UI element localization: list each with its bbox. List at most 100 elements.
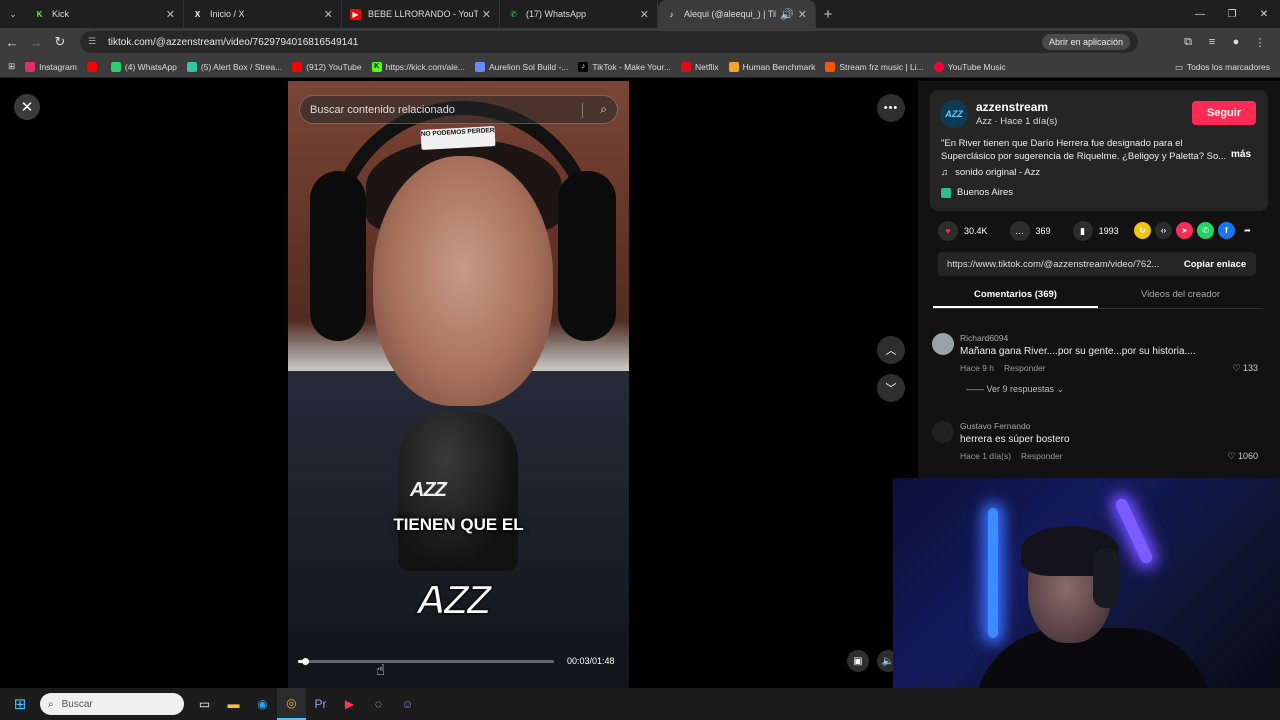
restore-button[interactable]: ❐ [1216,0,1248,28]
youtube-icon: ▶ [350,8,361,20]
more-description-button[interactable]: más [1231,149,1251,160]
reply-button[interactable]: Responder [1004,363,1046,373]
comment-meta: Hace 1 día(s) Responder [960,451,1073,461]
open-in-app-button[interactable]: Abrir en aplicación [1041,34,1130,50]
streamlabs-icon [186,61,197,72]
streamer-headset [1093,548,1119,608]
bookmark-aurelion[interactable]: Aurelion Sol Build -... [475,61,568,72]
media-icon[interactable]: ≡ [1200,36,1224,48]
tab-comments[interactable]: Comentarios (369) [933,284,1098,308]
bookmark-youtube-912[interactable]: (912) YouTube [292,61,362,72]
embed-icon[interactable]: ‹› [1155,222,1172,239]
close-tab-icon[interactable]: ✕ [798,8,807,21]
back-button[interactable]: ← [0,28,24,56]
speaker-icon[interactable]: 🔊 [780,8,794,21]
tab-search-button[interactable]: ⌄ [0,0,26,28]
browser-tab-strip: ⌄ K Kick ✕ X Inicio / X ✕ ▶ BEBE LLRORAN… [0,0,1280,28]
browser-tab-kick[interactable]: K Kick ✕ [26,0,184,28]
avatar[interactable] [932,333,954,355]
bookmark-instagram[interactable]: Instagram [25,61,77,72]
comment-like-button[interactable]: ♡ 133 [1232,363,1258,374]
comment-like-count: 1060 [1237,451,1258,461]
extensions-icon[interactable]: ⧉ [1176,36,1200,49]
browser-tab-whatsapp[interactable]: ✆ (17) WhatsApp ✕ [500,0,658,28]
heart-outline-icon: ♡ [1232,363,1243,373]
forward-button[interactable]: → [24,28,48,56]
bookmark-alert-box[interactable]: (5) Alert Box / Strea... [186,61,282,72]
facebook-icon[interactable]: f [1218,222,1235,239]
repost-icon[interactable]: ↻ [1134,222,1151,239]
bookmark-human-benchmark[interactable]: Human Benchmark [728,61,815,72]
close-tab-icon[interactable]: ✕ [324,8,333,21]
bookmark-tiktok[interactable]: ♪ TikTok - Make Your... [578,61,671,72]
new-tab-button[interactable]: + [816,6,840,23]
more-options-button[interactable]: ••• [877,94,905,122]
music-link[interactable]: ♫ sonido original - Azz [941,167,1040,178]
close-tab-icon[interactable]: ✕ [482,8,491,21]
apps-grid-icon[interactable]: ⊞ [8,61,15,72]
task-view-icon[interactable]: ▭ [190,688,219,720]
browser-tab-x[interactable]: X Inicio / X ✕ [184,0,342,28]
share-buttons: ↻ ‹› ➤ ✆ f ➦ [1134,222,1260,239]
comment-username[interactable]: Gustavo Fernando [960,421,1030,431]
close-tab-icon[interactable]: ✕ [166,8,175,21]
reply-button[interactable]: Responder [1021,451,1063,461]
obs-icon[interactable]: ◌ [364,688,393,720]
share-link-box[interactable]: https://www.tiktok.com/@azzenstream/vide… [938,252,1256,276]
heart-outline-icon: ♡ [1227,451,1238,461]
comment-like-count: 133 [1242,363,1258,373]
bookmark-youtube[interactable] [86,61,101,72]
bookmark-kick[interactable]: Khttps://kick.com/ale... [371,61,465,72]
close-tab-icon[interactable]: ✕ [640,8,649,21]
taskbar-search-input[interactable]: ⌕ Buscar [40,693,184,715]
bookmark-netflix[interactable]: Netflix [680,61,719,72]
bookmark-stream-music[interactable]: Stream frz music | Li... [825,61,924,72]
comment-like-button[interactable]: ♡ 1060 [1227,451,1258,462]
next-video-button[interactable]: ﹀ [877,374,905,402]
bookmark-youtube-music[interactable]: YouTube Music [933,61,1006,72]
like-button[interactable]: ♥ 30.4K [938,221,988,241]
chrome-icon[interactable]: ◎ [277,688,306,720]
video-progress-bar[interactable] [298,658,554,665]
browser-tab-youtube[interactable]: ▶ BEBE LLRORANDO - YouTube ✕ [342,0,500,28]
all-bookmarks-button[interactable]: ▭ Todos los marcadores [1175,56,1270,78]
profile-avatar[interactable]: ● [1224,36,1248,48]
creator-username[interactable]: azzenstream [976,100,1048,114]
tab-creator-videos[interactable]: Videos del creador [1098,284,1263,308]
save-button[interactable]: ▮ 1993 [1072,221,1119,241]
bookmark-whatsapp[interactable]: (4) WhatsApp [110,61,177,72]
comment-username[interactable]: Richard6094 [960,333,1008,343]
comment-button[interactable]: … 369 [1009,221,1051,241]
avatar[interactable] [932,421,954,443]
whatsapp-share-icon[interactable]: ✆ [1197,222,1214,239]
media-player-icon[interactable]: ▶ [335,688,364,720]
menu-icon[interactable]: ⋮ [1248,36,1272,49]
browser-tab-tiktok[interactable]: ♪ Alequi (@aleequi_) | TikTok 🔊 ✕ [658,0,816,28]
windows-start-icon[interactable]: ⊞ [0,688,40,720]
discord-icon[interactable]: ☺ [393,688,422,720]
toolbar-right: ⧉ ≡ ● ⋮ [1176,28,1272,56]
address-bar[interactable]: ☰ tiktok.com/@azzenstream/video/76297940… [80,31,1138,53]
send-icon[interactable]: ➤ [1176,222,1193,239]
search-icon[interactable]: ⌕ [600,102,607,117]
edge-icon[interactable]: ◉ [248,688,277,720]
search-divider [582,103,583,118]
share-arrow-icon[interactable]: ➦ [1239,222,1256,239]
close-video-button[interactable]: ✕ [14,94,40,120]
follow-button[interactable]: Seguir [1192,101,1256,125]
close-window-button[interactable]: ✕ [1248,0,1280,28]
related-search-input[interactable]: Buscar contenido relacionado ⌕ [299,95,618,124]
video-player[interactable]: AZZ Buscar contenido relacionado ⌕ NO PO… [288,81,629,688]
search-icon: ⌕ [48,698,54,710]
file-explorer-icon[interactable]: ▬ [219,688,248,720]
premiere-icon[interactable]: Pr [306,688,335,720]
copy-link-button[interactable]: Copiar enlace [1174,252,1256,276]
site-info-icon[interactable]: ☰ [88,36,100,48]
location-link[interactable]: Buenos Aires [941,187,1013,198]
previous-video-button[interactable]: ︿ [877,336,905,364]
creator-avatar[interactable]: AZZ [940,100,968,128]
miniplayer-button[interactable]: ▣ [847,650,869,672]
minimize-button[interactable]: — [1184,0,1216,28]
view-replies-button[interactable]: —— Ver 9 respuestas ⌄ [966,384,1064,395]
reload-button[interactable]: ↻ [48,28,72,56]
